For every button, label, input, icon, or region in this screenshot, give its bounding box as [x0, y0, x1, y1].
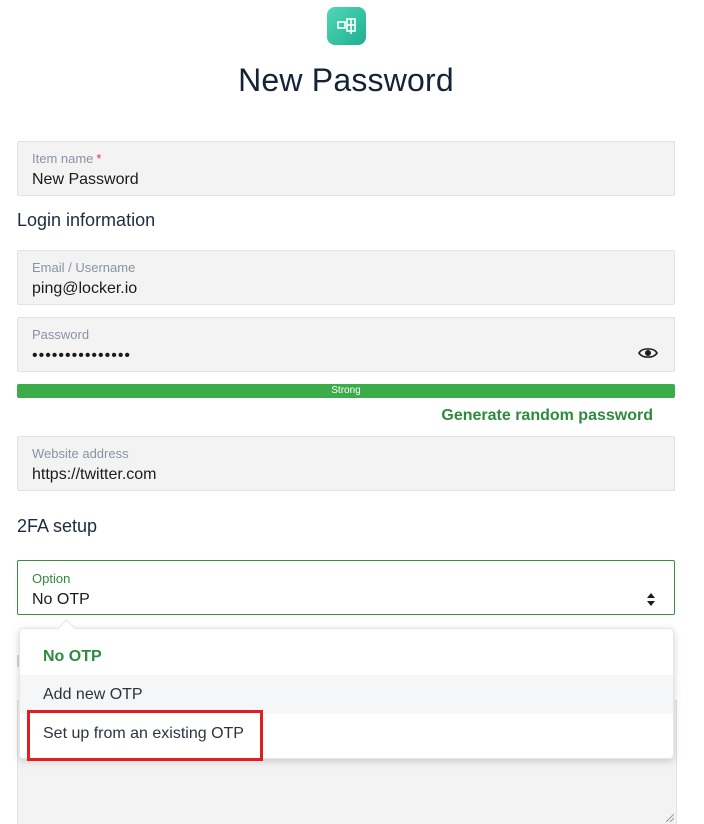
password-value: •••••••••••••••	[32, 347, 132, 364]
generate-random-password-link[interactable]: Generate random password	[441, 407, 653, 425]
otp-option-no-otp[interactable]: No OTP	[20, 637, 673, 676]
otp-option-value: No OTP	[32, 591, 90, 608]
email-label: Email / Username	[32, 260, 136, 275]
sort-arrows-icon	[647, 593, 655, 606]
password-strength-bar: Strong	[17, 384, 675, 398]
twofa-setup-heading: 2FA setup	[17, 516, 98, 536]
eye-icon[interactable]	[638, 346, 658, 360]
email-value: ping@locker.io	[32, 280, 138, 297]
otp-option-label: Option	[32, 571, 71, 586]
locker-logo-icon	[336, 18, 356, 34]
password-field[interactable]: Password •••••••••••••••	[17, 317, 675, 372]
resize-handle-icon[interactable]	[666, 814, 674, 822]
app-logo	[327, 7, 366, 45]
login-information-heading: Login information	[17, 210, 156, 230]
item-name-value: New Password	[32, 171, 139, 188]
required-mark: *	[96, 151, 102, 166]
item-name-field[interactable]: Item name * New Password	[17, 141, 675, 196]
otp-option-add-new[interactable]: Add new OTP	[20, 675, 673, 714]
page-title: New Password	[238, 62, 454, 98]
website-address-field[interactable]: Website address https://twitter.com	[17, 436, 675, 491]
website-value: https://twitter.com	[32, 466, 157, 483]
website-label: Website address	[32, 446, 129, 461]
email-field[interactable]: Email / Username ping@locker.io	[17, 250, 675, 305]
highlight-annotation	[27, 710, 263, 761]
item-name-label: Item name *	[32, 151, 102, 166]
password-label: Password	[32, 327, 90, 342]
otp-option-select[interactable]: Option No OTP	[17, 560, 675, 615]
